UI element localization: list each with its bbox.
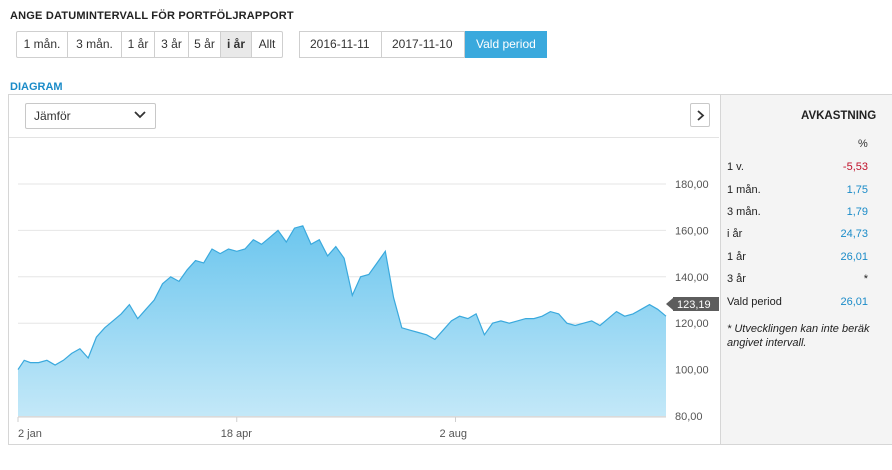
y-tick-label: 180,00 — [675, 179, 709, 191]
y-tick-label: 160,00 — [675, 225, 709, 237]
period-button-3-years[interactable]: 3 år — [155, 32, 189, 57]
returns-unit: % — [858, 138, 868, 150]
chevron-down-icon — [134, 111, 146, 119]
return-value: 24,73 — [840, 228, 868, 240]
x-tick-label: 2 aug — [440, 428, 468, 440]
y-tick-label: 80,00 — [675, 411, 703, 423]
return-row-ytd: i år 24,73 — [727, 228, 872, 244]
return-label: 3 mån. — [727, 206, 761, 218]
return-row-selected: Vald period 26,01 — [727, 296, 872, 312]
returns-footnote: * Utvecklingen kan inte beräk angivet in… — [727, 323, 870, 349]
last-value-label: 123,19 — [677, 299, 711, 311]
return-value: * — [863, 273, 868, 285]
y-tick-label: 140,00 — [675, 272, 709, 284]
period-button-ytd[interactable]: i år — [221, 32, 252, 57]
return-row-3m: 3 mån. 1,79 — [727, 206, 872, 222]
compare-dropdown-label: Jämför — [34, 109, 71, 123]
period-button-5-years[interactable]: 5 år — [189, 32, 221, 57]
y-tick-label: 100,00 — [675, 365, 709, 377]
compare-dropdown[interactable]: Jämför — [25, 103, 156, 129]
date-range-heading: ANGE DATUMINTERVALL FÖR PORTFÖLJRAPPORT — [10, 10, 294, 22]
period-button-3-months[interactable]: 3 mån. — [68, 32, 122, 57]
apply-period-button[interactable]: Vald period — [465, 31, 547, 58]
return-row-1w: 1 v. -5,53 — [727, 161, 872, 177]
returns-title: AVKASTNING — [801, 110, 877, 122]
return-value: 1,75 — [846, 184, 868, 196]
portfolio-chart: 180,00 160,00 140,00 120,00 100,00 80,00 2 ja… — [17, 179, 719, 440]
chevron-right-icon — [697, 110, 705, 121]
return-label: 1 mån. — [727, 184, 761, 196]
y-tick-label: 120,00 — [675, 318, 709, 330]
last-value-marker: 123,19 — [666, 297, 719, 311]
return-row-1y: 1 år 26,01 — [727, 251, 872, 267]
x-axis-ticks: 2 jan 18 apr 2 aug — [17, 416, 666, 440]
return-label: i år — [727, 228, 743, 240]
return-label: 1 v. — [727, 161, 744, 173]
period-button-all[interactable]: Allt — [252, 32, 282, 57]
return-row-1m: 1 mån. 1,75 — [727, 184, 872, 200]
return-label: 3 år — [727, 273, 746, 285]
date-from-input[interactable]: 2016-11-11 — [299, 31, 382, 58]
period-button-1-month[interactable]: 1 mån. — [17, 32, 68, 57]
return-label: Vald period — [727, 296, 782, 308]
diagram-heading: DIAGRAM — [10, 81, 63, 93]
x-tick-label: 18 apr — [221, 428, 253, 440]
x-tick-label: 2 jan — [18, 428, 42, 440]
date-range-inputs: 2016-11-11 2017-11-10 Vald period — [299, 31, 547, 58]
return-value: -5,53 — [842, 161, 868, 173]
return-row-3y: 3 år * — [727, 273, 872, 289]
period-button-1-year[interactable]: 1 år — [122, 32, 155, 57]
return-value: 26,01 — [840, 251, 868, 263]
return-value: 1,79 — [846, 206, 868, 218]
date-to-input[interactable]: 2017-11-10 — [382, 31, 465, 58]
return-label: 1 år — [727, 251, 746, 263]
next-button[interactable] — [690, 103, 710, 127]
return-value: 26,01 — [840, 296, 868, 308]
period-button-group: 1 mån. 3 mån. 1 år 3 år 5 år i år Allt — [16, 31, 283, 58]
